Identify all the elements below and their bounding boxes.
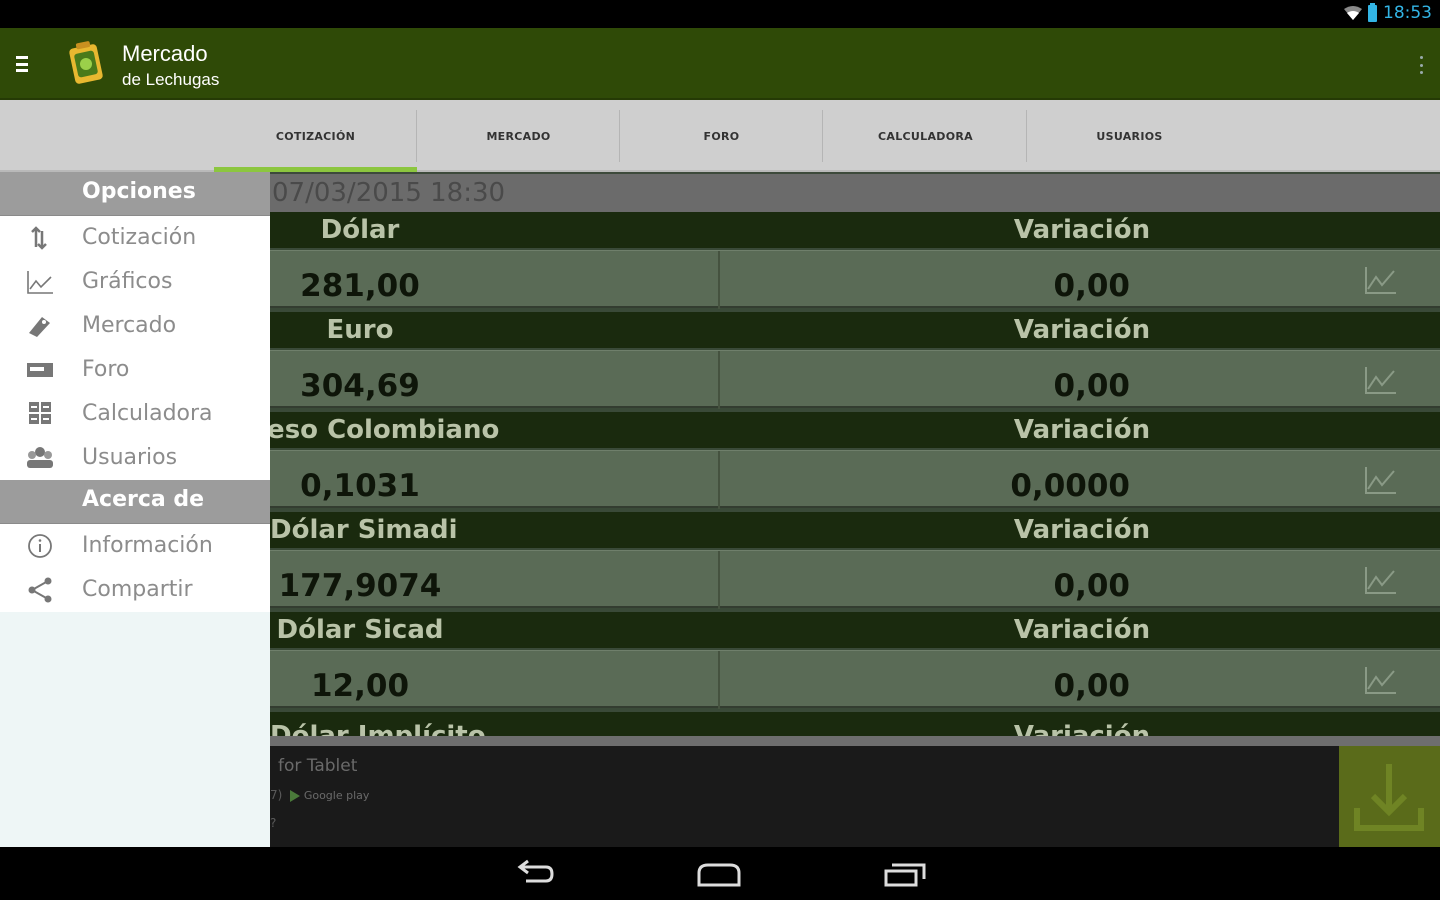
rate-value: 304,69 <box>300 368 420 404</box>
drawer-section-acerca-de: Acerca de <box>0 480 270 524</box>
menu-icon[interactable] <box>16 56 28 72</box>
ad-store: Google play <box>303 788 370 802</box>
rate-name: Dólar Implícito <box>270 721 486 736</box>
tab-bar: COTIZACIÓN MERCADO FORO CALCULADORA USUA… <box>0 100 1440 172</box>
line-chart-icon <box>27 271 53 294</box>
variation-label: Variación <box>1013 615 1151 645</box>
drawer-item-foro[interactable]: Foro <box>0 348 270 392</box>
rate-name: Dólar Simadi <box>270 515 458 545</box>
rate-change: 0,00 <box>1053 268 1131 304</box>
rate-name: Dólar Sicad <box>276 615 444 645</box>
status-bar: 18:53 <box>0 0 1440 28</box>
drawer-item-cotizacion[interactable]: Cotización <box>0 216 270 260</box>
home-icon[interactable] <box>696 859 742 889</box>
navigation-drawer: Opciones Cotización Gráficos Mercado For… <box>0 172 270 847</box>
status-time: 18:53 <box>1383 3 1432 23</box>
drawer-item-graficos[interactable]: Gráficos <box>0 260 270 304</box>
app-title: Mercado <box>122 41 208 66</box>
variation-label: Variación <box>1013 415 1151 445</box>
wifi-icon <box>1344 6 1362 20</box>
variation-label: Variación <box>1013 315 1151 345</box>
tab-usuarios[interactable]: USUARIOS <box>1028 100 1231 172</box>
rate-value: 281,00 <box>300 268 420 304</box>
status-icons: 18:53 <box>1344 2 1432 23</box>
download-icon <box>1354 764 1424 831</box>
download-button[interactable] <box>1339 746 1440 847</box>
rate-card-peso-colombiano[interactable]: Peso Colombiano Variación 0,1031 0,0000 <box>270 412 1440 512</box>
battery-icon <box>1368 2 1377 22</box>
ad-mark: ? <box>270 816 277 830</box>
tab-mercado[interactable]: MERCADO <box>417 100 620 172</box>
overflow-menu-icon[interactable] <box>1420 56 1424 74</box>
share-icon <box>28 577 52 603</box>
drawer-item-usuarios[interactable]: Usuarios <box>0 436 270 480</box>
tag-icon <box>29 317 50 337</box>
variation-label: Variación <box>1013 515 1151 545</box>
drawer-section-opciones: Opciones <box>0 172 270 216</box>
rate-change: 0,0000 <box>1010 468 1130 504</box>
rate-change: 0,00 <box>1053 668 1131 704</box>
drawer-item-informacion[interactable]: Información <box>0 524 270 568</box>
rate-name: Peso Colombiano <box>270 415 500 445</box>
drawer-item-compartir[interactable]: Compartir <box>0 568 270 612</box>
chart-icon[interactable] <box>1364 665 1398 695</box>
tab-calculadora[interactable]: CALCULADORA <box>824 100 1027 172</box>
chart-icon[interactable] <box>1364 265 1398 295</box>
rate-card-dolar-simadi[interactable]: Dólar Simadi Variación 177,9074 0,00 <box>270 512 1440 612</box>
rate-value: 12,00 <box>310 668 410 704</box>
lettuce-logo-icon[interactable] <box>66 40 106 88</box>
tab-cotizacion[interactable]: COTIZACIÓN <box>214 100 417 172</box>
chart-icon[interactable] <box>1364 465 1398 495</box>
variation-label: Variación <box>1013 215 1151 245</box>
info-icon <box>28 534 52 558</box>
rate-change: 0,00 <box>1053 368 1131 404</box>
rate-name: Euro <box>326 315 394 345</box>
users-icon <box>27 447 53 468</box>
recent-apps-icon[interactable] <box>882 859 928 889</box>
system-nav-bar <box>0 847 1440 900</box>
rate-value: 177,9074 <box>278 568 442 604</box>
ad-title: for Tablet <box>278 756 358 776</box>
drawer-item-mercado[interactable]: Mercado <box>0 304 270 348</box>
variation-label: Variación <box>1013 721 1151 736</box>
chart-icon[interactable] <box>1364 565 1398 595</box>
rate-card-dolar-sicad[interactable]: Dólar Sicad Variación 12,00 0,00 <box>270 612 1440 712</box>
app-screen: 18:53 Mercado de Lechugas COTIZACIÓN MER… <box>0 0 1440 900</box>
exchange-arrows-icon <box>31 226 47 250</box>
tab-foro[interactable]: FORO <box>620 100 823 172</box>
drawer-item-calculadora[interactable]: Calculadora <box>0 392 270 436</box>
action-bar: Mercado de Lechugas <box>0 28 1440 100</box>
rate-name: Dólar <box>320 215 400 245</box>
rate-value: 0,1031 <box>300 468 420 504</box>
chart-icon[interactable] <box>1364 365 1398 395</box>
ad-rating: 7) <box>270 788 283 802</box>
app-subtitle: de Lechugas <box>122 70 220 89</box>
calculator-icon <box>29 402 51 424</box>
back-icon[interactable] <box>512 859 558 889</box>
ad-banner[interactable]: for Tablet 7) Google play ? <box>270 736 1440 847</box>
rate-change: 0,00 <box>1053 568 1131 604</box>
rate-card-dolar-implicito[interactable]: Dólar Implícito Variación <box>270 712 1440 736</box>
rates-list[interactable]: 07/03/2015 18:30 Dólar Variación 281,00 … <box>270 174 1440 736</box>
rate-card-euro[interactable]: Euro Variación 304,69 0,00 <box>270 312 1440 412</box>
rate-card-dolar[interactable]: Dólar Variación 281,00 0,00 <box>270 212 1440 312</box>
update-date: 07/03/2015 18:30 <box>270 174 1440 212</box>
google-play-icon <box>290 789 301 802</box>
forum-icon <box>27 363 53 377</box>
